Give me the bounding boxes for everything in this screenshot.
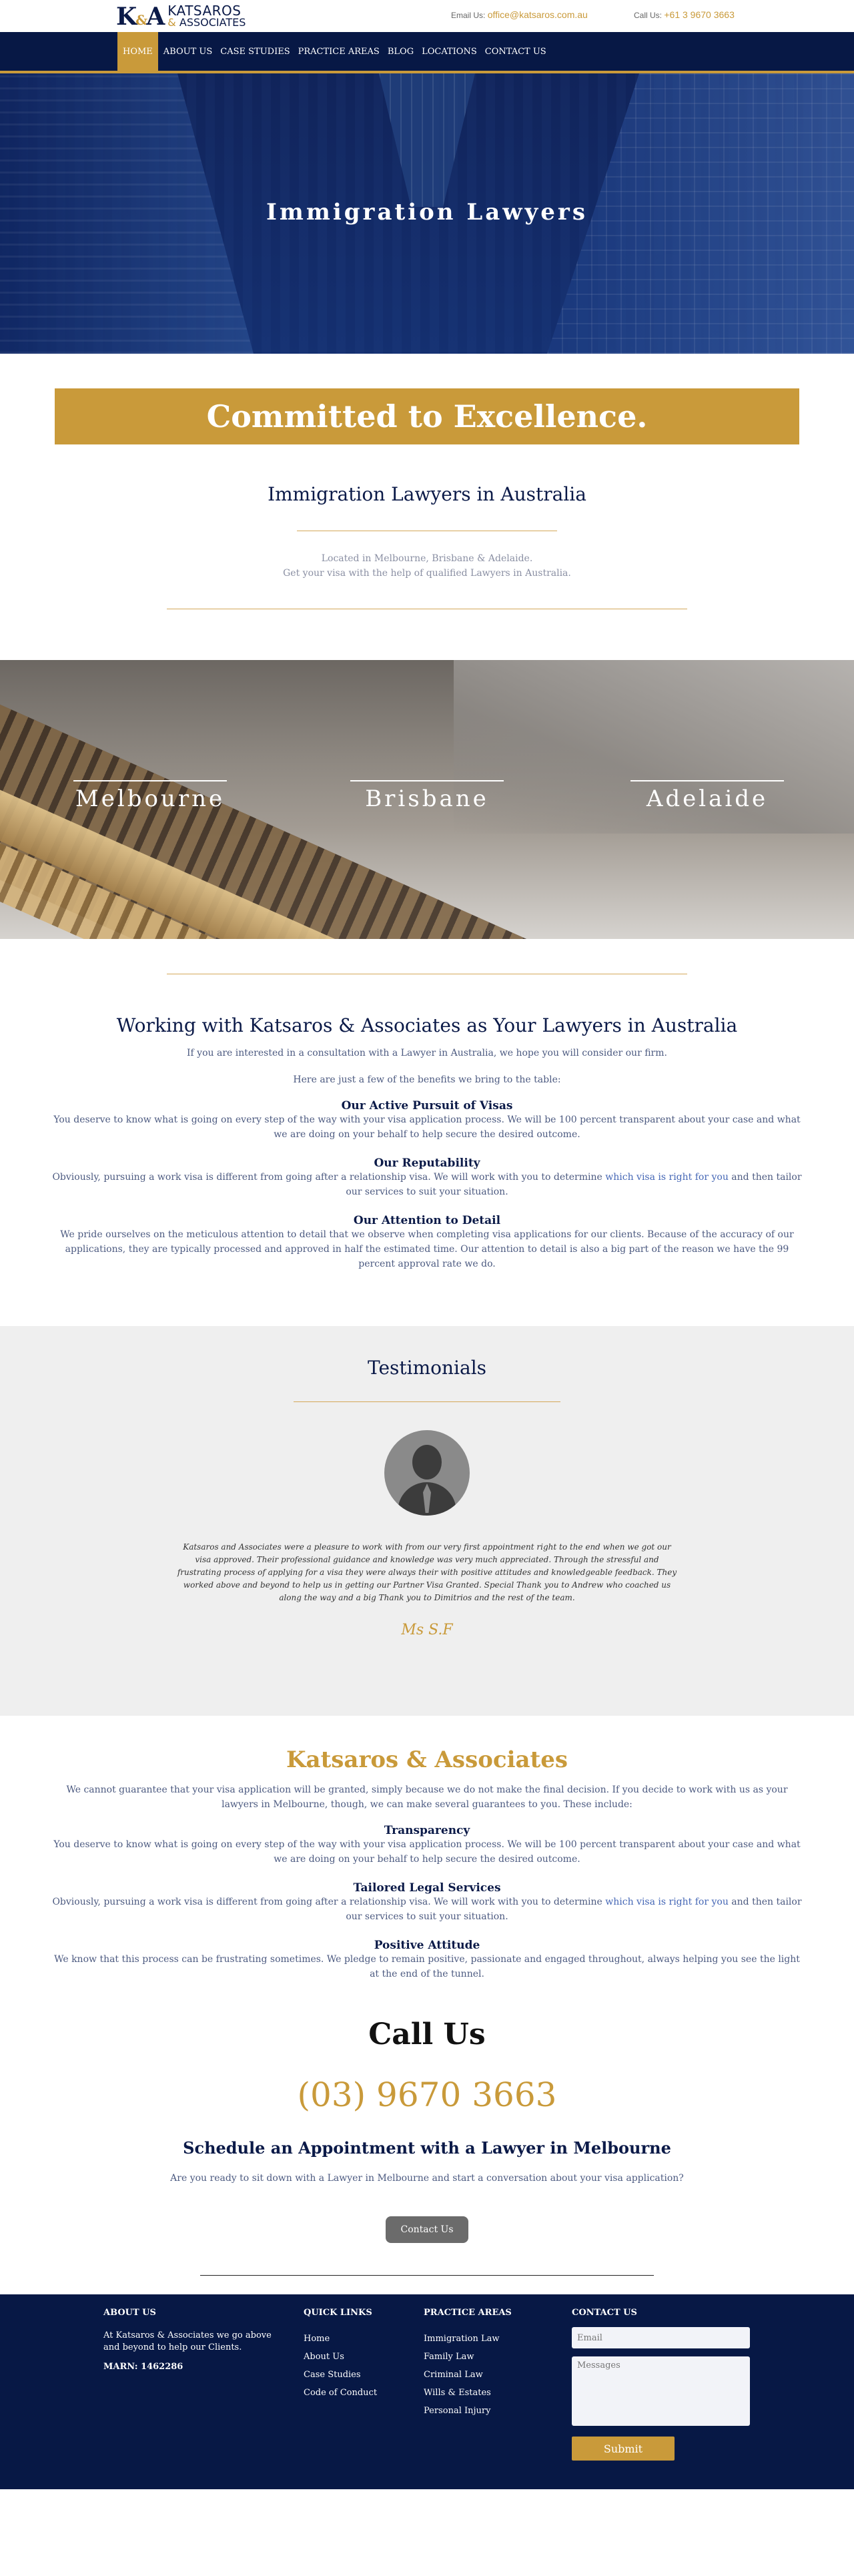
- nav-item-contact-us[interactable]: CONTACT US: [481, 32, 550, 71]
- nav-list: HOME ABOUT US CASE STUDIES PRACTICE AREA…: [117, 32, 550, 71]
- nav-item-locations[interactable]: LOCATIONS: [418, 32, 481, 71]
- testimonials-title: Testimonials: [367, 1357, 487, 1379]
- logo-line-katsaros: KATSAROS: [167, 3, 242, 19]
- site-logo[interactable]: K&A KATSAROS & ASSOCIATES: [116, 3, 246, 31]
- logo-monogram: K&A: [116, 3, 165, 31]
- visa-link[interactable]: which visa is right for you: [605, 1897, 729, 1907]
- header-email-link[interactable]: office@katsaros.com.au: [488, 9, 588, 20]
- avatar: [384, 1430, 470, 1516]
- testimonial-author: Ms S.F: [401, 1622, 453, 1638]
- nav-item-blog[interactable]: BLOG: [384, 32, 418, 71]
- footer-link-criminal-law[interactable]: Criminal Law: [424, 2366, 512, 2384]
- intro-description: Located in Melbourne, Brisbane & Adelaid…: [0, 551, 854, 581]
- submit-button[interactable]: Submit: [572, 2437, 675, 2461]
- contact-us-button[interactable]: Contact Us: [386, 2216, 468, 2243]
- header-phone: Call Us: +61 3 9670 3663: [634, 9, 735, 20]
- guarantee-title-tailored: Tailored Legal Services: [353, 1881, 501, 1895]
- footer-link-code-of-conduct[interactable]: Code of Conduct: [304, 2384, 377, 2402]
- footer-link-wills-estates[interactable]: Wills & Estates: [424, 2384, 512, 2402]
- hero-title: Immigration Lawyers: [266, 199, 588, 226]
- messages-field[interactable]: [572, 2356, 750, 2426]
- city-underline: [350, 780, 504, 781]
- katsaros-title: Katsaros & Associates: [286, 1746, 568, 1773]
- footer-link-about-us[interactable]: About Us: [304, 2348, 377, 2366]
- logo-line-associates: & ASSOCIATES: [167, 16, 246, 29]
- city-underline: [630, 780, 784, 781]
- email-field[interactable]: [572, 2327, 750, 2348]
- footer-contact-form: CONTACT US Submit: [572, 2308, 750, 2461]
- intro-line-visa: Get your visa with the help of qualified…: [283, 568, 571, 579]
- visa-link[interactable]: which visa is right for you: [605, 1172, 729, 1183]
- hero-building-image: [379, 73, 475, 207]
- top-bar: K&A KATSAROS & ASSOCIATES Email Us: offi…: [0, 0, 854, 32]
- main-nav: HOME ABOUT US CASE STUDIES PRACTICE AREA…: [0, 32, 854, 73]
- call-phone-number[interactable]: (03) 9670 3663: [0, 2075, 854, 2114]
- footer-about: ABOUT US At Katsaros & Associates we go …: [103, 2308, 282, 2372]
- working-benefits-intro: Here are just a few of the benefits we b…: [293, 1074, 561, 1085]
- committed-banner: Committed to Excellence.: [55, 388, 799, 444]
- benefit-text-attention: We pride ourselves on the meticulous att…: [60, 1229, 794, 1269]
- intro-title: Immigration Lawyers in Australia: [268, 483, 586, 505]
- schedule-title: Schedule an Appointment with a Lawyer in…: [183, 2138, 671, 2158]
- hero-banner: Immigration Lawyers: [0, 73, 854, 354]
- footer-about-title: ABOUT US: [103, 2308, 156, 2318]
- city-name: Melbourne: [75, 785, 226, 812]
- footer-quick-links: QUICK LINKS Home About Us Case Studies C…: [304, 2308, 377, 2402]
- intro-line-locations: Located in Melbourne, Brisbane & Adelaid…: [321, 553, 533, 564]
- footer-link-immigration-law[interactable]: Immigration Law: [424, 2330, 512, 2348]
- committed-title: Committed to Excellence.: [206, 398, 648, 434]
- footer-quick-title: QUICK LINKS: [304, 2308, 372, 2318]
- footer-practice-areas: PRACTICE AREAS Immigration Law Family La…: [424, 2308, 512, 2420]
- header-phone-label: Call Us:: [634, 11, 663, 20]
- guarantee-title-transparency: Transparency: [384, 1824, 470, 1837]
- footer-link-home[interactable]: Home: [304, 2330, 377, 2348]
- footer-link-case-studies[interactable]: Case Studies: [304, 2366, 377, 2384]
- nav-item-home[interactable]: HOME: [117, 32, 158, 71]
- guarantee-title-positive: Positive Attitude: [374, 1939, 480, 1952]
- call-title: Call Us: [368, 2017, 486, 2051]
- guarantee-text-transparency: You deserve to know what is going on eve…: [53, 1839, 801, 1865]
- guarantee-text-tailored: Obviously, pursuing a work visa is diffe…: [52, 1897, 802, 1922]
- divider: [294, 1401, 560, 1402]
- footer-contact-title: CONTACT US: [572, 2308, 637, 2318]
- schedule-description: Are you ready to sit down with a Lawyer …: [170, 2173, 684, 2184]
- city-link-melbourne[interactable]: Melbourne: [73, 780, 227, 812]
- working-title: Working with Katsaros & Associates as Yo…: [116, 1014, 738, 1036]
- city-link-adelaide[interactable]: Adelaide: [630, 780, 784, 812]
- guarantee-text-positive: We know that this process can be frustra…: [54, 1954, 800, 1979]
- working-intro: If you are interested in a consultation …: [187, 1048, 667, 1058]
- header-email: Email Us: office@katsaros.com.au: [451, 9, 588, 20]
- testimonials-section: Testimonials Katsaros and Associates wer…: [0, 1326, 854, 1716]
- benefit-title-attention: Our Attention to Detail: [353, 1214, 501, 1227]
- divider: [200, 2275, 654, 2276]
- benefit-text-reputability: Obviously, pursuing a work visa is diffe…: [52, 1172, 802, 1197]
- header-email-label: Email Us:: [451, 11, 486, 20]
- benefit-text-active-pursuit: You deserve to know what is going on eve…: [53, 1114, 801, 1140]
- city-underline: [73, 780, 227, 781]
- benefit-title-active-pursuit: Our Active Pursuit of Visas: [341, 1099, 513, 1112]
- testimonial-quote: Katsaros and Associates were a pleasure …: [177, 1542, 677, 1602]
- city-name: Brisbane: [365, 785, 489, 812]
- benefit-title-reputability: Our Reputability: [374, 1157, 480, 1170]
- city-name: Adelaide: [646, 785, 769, 812]
- nav-item-about-us[interactable]: ABOUT US: [159, 32, 216, 71]
- katsaros-intro: We cannot guarantee that your visa appli…: [66, 1785, 788, 1810]
- nav-item-practice-areas[interactable]: PRACTICE AREAS: [294, 32, 384, 71]
- footer-about-text: At Katsaros & Associates we go above and…: [103, 2330, 272, 2352]
- footer: ABOUT US At Katsaros & Associates we go …: [0, 2294, 854, 2489]
- nav-item-case-studies[interactable]: CASE STUDIES: [216, 32, 294, 71]
- locations-banner: Melbourne Brisbane Adelaide: [0, 660, 854, 939]
- footer-marn: MARN: 1462286: [103, 2362, 183, 2372]
- footer-link-personal-injury[interactable]: Personal Injury: [424, 2402, 512, 2420]
- footer-practice-title: PRACTICE AREAS: [424, 2308, 512, 2318]
- footer-link-family-law[interactable]: Family Law: [424, 2348, 512, 2366]
- header-phone-link[interactable]: +61 3 9670 3663: [664, 9, 735, 20]
- city-link-brisbane[interactable]: Brisbane: [350, 780, 504, 812]
- logo-wordmark: KATSAROS & ASSOCIATES: [167, 3, 246, 29]
